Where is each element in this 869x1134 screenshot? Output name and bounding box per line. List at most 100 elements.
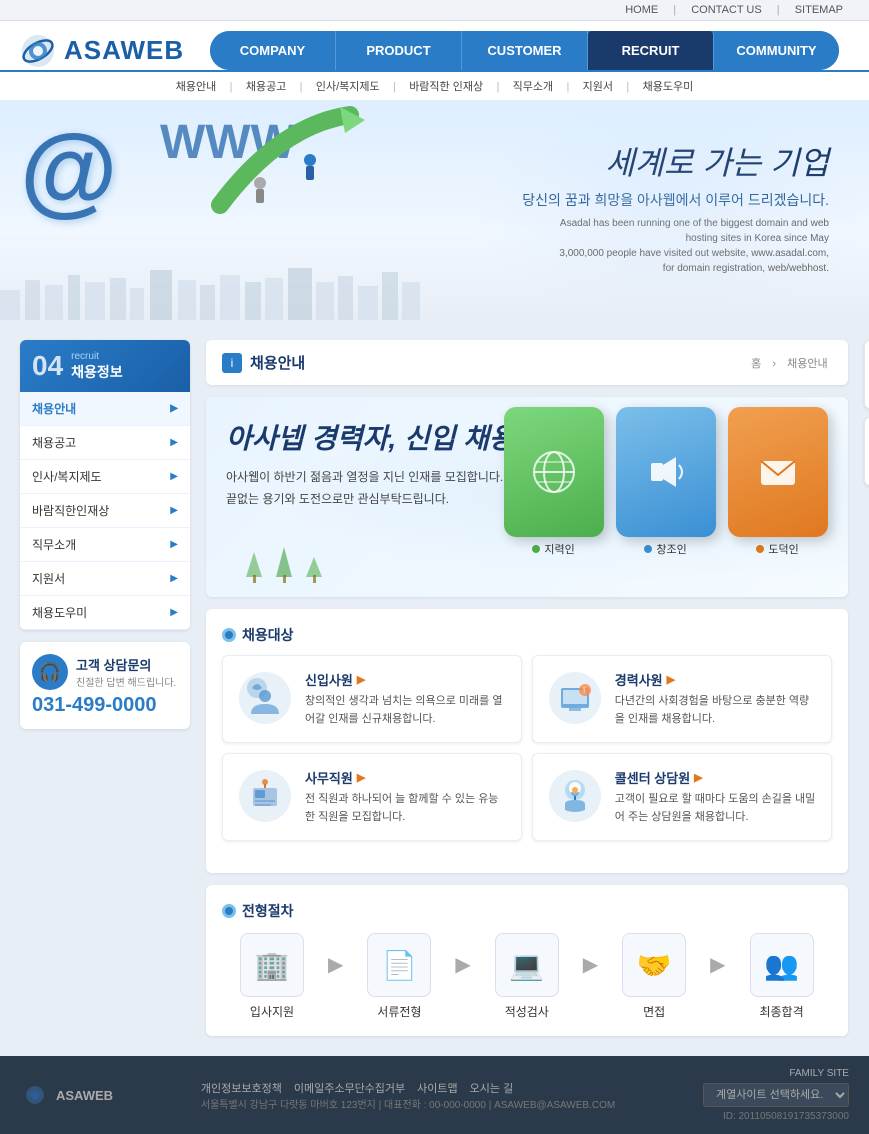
panel-btn-webzine[interactable]: 🌐 웹진신청 — [864, 340, 869, 409]
recruit-card-1-content: 신입사원 ▶ 창의적인 생각과 넘치는 의욕으로 미래를 열어갈 인재를 신규채… — [305, 670, 507, 728]
sidebar-item-recruit-helper[interactable]: 채용도우미▶ — [20, 596, 190, 630]
tree-decorations — [226, 527, 426, 587]
card-jiryeok-label: 지력인 — [532, 541, 574, 557]
footer-link-location[interactable]: 오시는 길 — [470, 1080, 514, 1096]
topbar-sitemap[interactable]: SITEMAP — [795, 4, 843, 16]
subnav-item-6[interactable]: 지원서 — [583, 81, 613, 93]
subnav-item-5[interactable]: 직무소개 — [513, 81, 553, 93]
recruit-card-3: 사무직원 ▶ 전 직원과 하나되어 늘 함께할 수 있는 유능한 직원을 모집합… — [222, 753, 522, 841]
recruit-card-2-title: 경력사원 ▶ — [615, 670, 817, 689]
step-1-label: 입사지원 — [250, 1003, 294, 1020]
office-worker-icon — [237, 768, 293, 824]
family-site-select[interactable]: 계열사이트 선택하세요. — [703, 1083, 849, 1107]
process-step-5: 👥 최종합격 — [732, 933, 832, 1020]
step-3-icon: 💻 — [495, 933, 559, 997]
recruit-card-3-title: 사무직원 ▶ — [305, 768, 507, 787]
step-2-icon: 📄 — [367, 933, 431, 997]
page-header: i 채용안내 홈 › 채용안내 — [206, 340, 848, 385]
globe-icon — [529, 447, 579, 497]
at-symbol: @ — [20, 120, 118, 220]
recruit-card-1: 신입사원 ▶ 창의적인 생각과 넘치는 의욕으로 미래를 열어갈 인재를 신규채… — [222, 655, 522, 743]
header: ASAWEB COMPANY PRODUCT CUSTOMER RECRUIT … — [0, 21, 869, 70]
top-bar: HOME | CONTACT US | SITEMAP — [0, 0, 869, 21]
process-step-3: 💻 적성검사 — [477, 933, 577, 1020]
nav-top: COMPANY PRODUCT CUSTOMER RECRUIT COMMUNI… — [210, 31, 839, 70]
logo-icon — [20, 33, 56, 69]
subnav-item-4[interactable]: 바람직한 인재상 — [409, 81, 483, 93]
family-site-label: FAMILY SITE — [789, 1068, 849, 1079]
arrow-decoration — [200, 105, 380, 225]
section-dot — [222, 628, 236, 642]
subnav-item-1[interactable]: 채용안내 — [176, 81, 216, 93]
card-blue — [616, 407, 716, 537]
sub-navigation: 채용안내 | 채용공고 | 인사/복지제도 | 바람직한 인재상 | 직무소개 … — [0, 70, 869, 100]
process-section-title: 전형절차 — [222, 901, 832, 921]
process-steps: 🏢 입사지원 ▶ 📄 서류전형 ▶ 💻 적성검사 ▶ 🤝 면접 — [222, 933, 832, 1020]
recruit-card-2: ! 경력사원 ▶ 다년간의 사회경험을 바탕으로 충분한 역량을 인재를 채용합… — [532, 655, 832, 743]
recruit-card-3-content: 사무직원 ▶ 전 직원과 하나되어 늘 함께할 수 있는 유능한 직원을 모집합… — [305, 768, 507, 826]
recruit-card-4-content: 콜센터 상담원 ▶ 고객이 필요로 할 때마다 도움의 손길을 내밀어 주는 상… — [615, 768, 817, 826]
main-content: 04 recruit 채용정보 채용안내▶ 채용공고▶ 인사/복지제도▶ — [0, 320, 869, 1056]
recruit-card-1-desc: 창의적인 생각과 넘치는 의욕으로 미래를 열어갈 인재를 신규채용합니다. — [305, 693, 507, 728]
card-jiryeok: 지력인 — [504, 407, 604, 557]
subnav-item-2[interactable]: 채용공고 — [246, 81, 286, 93]
recruit-card-2-desc: 다년간의 사회경험을 바탕으로 충분한 역량을 인재를 채용합니다. — [615, 693, 817, 728]
footer-link-privacy[interactable]: 개인정보보호정책 — [201, 1080, 282, 1096]
sidebar-section: 04 recruit 채용정보 채용안내▶ 채용공고▶ 인사/복지제도▶ — [20, 340, 190, 630]
speaker-icon — [641, 447, 691, 497]
process-section: 전형절차 🏢 입사지원 ▶ 📄 서류전형 ▶ 💻 적성검사 ▶ — [206, 885, 848, 1036]
subnav-item-3[interactable]: 인사/복지제도 — [316, 81, 380, 93]
process-arrow-1: ▶ — [328, 952, 343, 977]
topbar-home[interactable]: HOME — [625, 4, 658, 16]
support-text: 고객 상담문의 친절한 답변 해드립니다. — [76, 655, 176, 689]
sidebar-item-job-intro[interactable]: 직무소개▶ — [20, 528, 190, 562]
logo-text: ASAWEB — [64, 35, 184, 66]
process-step-2: 📄 서류전형 — [349, 933, 449, 1020]
footer-logo-text: ASAWEB — [56, 1088, 113, 1103]
topbar-contact[interactable]: CONTACT US — [691, 4, 762, 16]
nav-recruit[interactable]: RECRUIT — [588, 31, 714, 70]
nav-product[interactable]: PRODUCT — [336, 31, 462, 70]
nav-customer[interactable]: CUSTOMER — [462, 31, 588, 70]
panel-btn-support[interactable]: ⚙️ 고객지원 — [864, 417, 869, 486]
headset-icon: 🎧 — [32, 654, 68, 690]
right-panel: 🌐 웹진신청 ⚙️ 고객지원 — [864, 340, 869, 1036]
subnav-item-7[interactable]: 채용도우미 — [643, 81, 694, 93]
step-5-icon: 👥 — [750, 933, 814, 997]
process-step-1: 🏢 입사지원 — [222, 933, 322, 1020]
sidebar-item-hr-welfare[interactable]: 인사/복지제도▶ — [20, 460, 190, 494]
step-5-label: 최종합격 — [759, 1003, 803, 1020]
support-icon-row: 🎧 고객 상담문의 친절한 답변 해드립니다. — [32, 654, 178, 690]
recruit-banner: 아사넵 경력자, 신입 채용 안내 아사웹이 하반기 젊음과 열정을 지닌 인재… — [206, 397, 848, 597]
card-green — [504, 407, 604, 537]
callcenter-icon — [547, 768, 603, 824]
sidebar-menu: 채용안내▶ 채용공고▶ 인사/복지제도▶ 바람직한인재상▶ 직무소개▶ 지원서▶ — [20, 392, 190, 630]
sidebar-item-recruit-guide[interactable]: 채용안내▶ — [20, 392, 190, 426]
hero-banner: @ WWW — [0, 100, 869, 320]
footer-link-sitemap[interactable]: 사이트맵 — [417, 1080, 457, 1096]
nav-community[interactable]: COMMUNITY — [714, 31, 839, 70]
card-deokin: 도덕인 — [728, 407, 828, 557]
sidebar-title-group: recruit 채용정보 — [71, 351, 123, 382]
card-changjoin-label: 창조인 — [644, 541, 686, 557]
sidebar-item-application[interactable]: 지원서▶ — [20, 562, 190, 596]
footer-links: 개인정보보호정책 이메일주소무단수집거부 사이트맵 오시는 길 — [201, 1080, 615, 1096]
nav-company[interactable]: COMPANY — [210, 31, 336, 70]
sidebar-item-ideal-person[interactable]: 바람직한인재상▶ — [20, 494, 190, 528]
card-deokin-label: 도덕인 — [756, 541, 798, 557]
process-arrow-4: ▶ — [710, 952, 725, 977]
step-1-icon: 🏢 — [240, 933, 304, 997]
page-title-row: i 채용안내 — [222, 352, 305, 373]
footer-right: FAMILY SITE 계열사이트 선택하세요. ID: 20110508191… — [703, 1068, 849, 1122]
step-2-label: 서류전형 — [377, 1003, 421, 1020]
recruit-card-4: 콜센터 상담원 ▶ 고객이 필요로 할 때마다 도움의 손길을 내밀어 주는 상… — [532, 753, 832, 841]
navigation: COMPANY PRODUCT CUSTOMER RECRUIT COMMUNI… — [200, 31, 849, 70]
recruit-target-title: 채용대상 — [222, 625, 832, 645]
svg-text:!: ! — [583, 686, 585, 695]
logo[interactable]: ASAWEB — [20, 33, 200, 69]
footer-id: ID: 20110508191735373000 — [723, 1111, 849, 1122]
sidebar-header: 04 recruit 채용정보 — [20, 340, 190, 392]
footer-link-email[interactable]: 이메일주소무단수집거부 — [294, 1080, 405, 1096]
sidebar-item-job-posting[interactable]: 채용공고▶ — [20, 426, 190, 460]
page-title: 채용안내 — [250, 352, 305, 373]
